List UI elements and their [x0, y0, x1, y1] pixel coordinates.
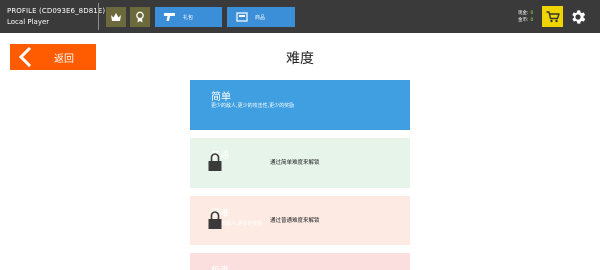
- pistol-icon: [163, 11, 177, 23]
- crown-button[interactable]: [106, 7, 126, 27]
- difficulty-normal-card[interactable]: 普通 正常 通过简单难度来解锁: [190, 138, 410, 188]
- cash-value: 0: [530, 11, 534, 16]
- currency-display: 现金: 0 金币: 0: [518, 10, 533, 24]
- cash-row: 现金: 0: [518, 10, 533, 17]
- profile-id: PROFILE (CD093E6_8D81E): [7, 7, 106, 15]
- page-title: 难度: [286, 51, 314, 67]
- store-icon: [235, 11, 249, 23]
- difficulty-name: 极难: [211, 263, 229, 270]
- achievements-button[interactable]: [130, 7, 150, 27]
- gift-pack-label: 礼包: [183, 14, 194, 21]
- difficulty-easy-card[interactable]: 简单 更少的敌人,更少的攻击性,更少的奖励: [190, 80, 410, 130]
- cash-label: 现金:: [518, 11, 529, 16]
- items-label: 商品: [255, 14, 266, 21]
- topbar-divider: [98, 3, 99, 30]
- lock-icon: [208, 211, 222, 229]
- gold-value: 0: [530, 18, 534, 23]
- settings-gear-icon[interactable]: [569, 8, 587, 26]
- crown-icon: [111, 13, 121, 21]
- difficulty-extreme-card[interactable]: 极难: [190, 253, 410, 270]
- medal-icon: [136, 11, 144, 23]
- gift-pack-button[interactable]: 礼包: [155, 7, 222, 27]
- gold-row: 金币: 0: [518, 17, 533, 24]
- lock-icon: [208, 153, 222, 171]
- cart-button[interactable]: [542, 6, 563, 27]
- cart-icon: [546, 10, 560, 22]
- difficulty-name: 简单: [211, 92, 231, 103]
- player-name: Local Player: [7, 18, 50, 26]
- unlock-hint: 通过简单难度来解锁: [270, 160, 320, 166]
- unlock-hint: 通过普通难度来解锁: [270, 218, 320, 224]
- profile-info[interactable]: PROFILE (CD093E6_8D81E) Local Player: [7, 7, 105, 27]
- items-button[interactable]: 商品: [227, 7, 295, 27]
- difficulty-description: 更少的敌人,更少的攻击性,更少的奖励: [211, 103, 295, 109]
- difficulty-hard-card[interactable]: 困难 更多的敌人,更多的奖励 通过普通难度来解锁: [190, 196, 410, 245]
- gold-label: 金币:: [518, 18, 529, 23]
- top-bar: PROFILE (CD093E6_8D81E) Local Player 礼包 …: [0, 0, 600, 33]
